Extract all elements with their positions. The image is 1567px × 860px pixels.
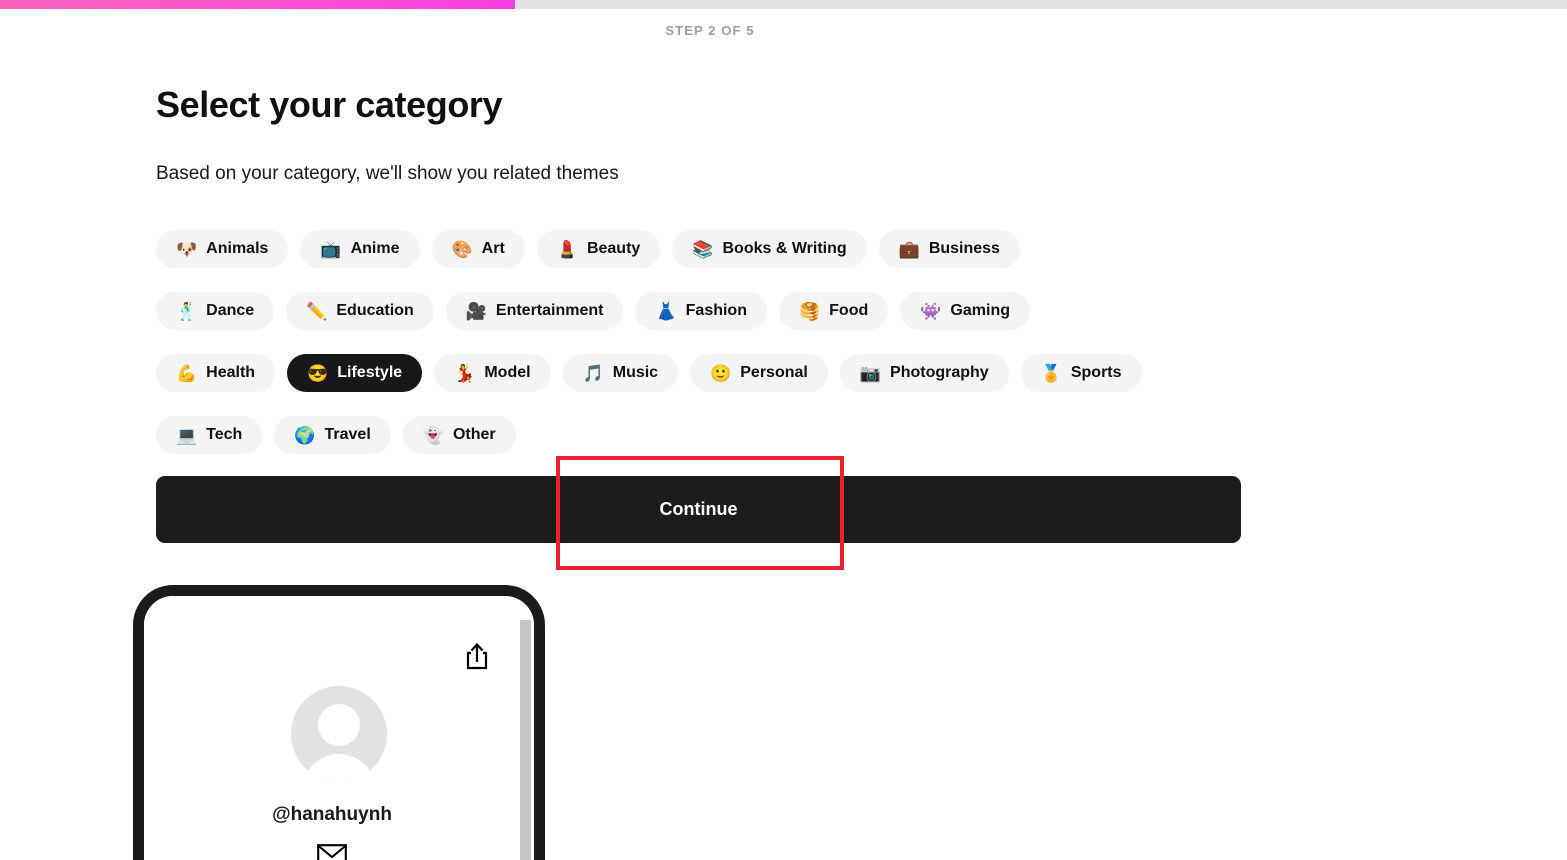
page-subtitle: Based on your category, we'll show you r… (156, 163, 619, 185)
category-chip-fashion[interactable]: 👗 Fashion (635, 292, 767, 330)
category-chip-label: Photography (890, 364, 989, 382)
category-chip-other[interactable]: 👻 Other (403, 416, 516, 454)
lipstick-icon: 💄 (557, 241, 578, 258)
category-chip-business[interactable]: 💼 Business (879, 230, 1020, 268)
laptop-icon: 💻 (176, 427, 197, 444)
category-chip-beauty[interactable]: 💄 Beauty (537, 230, 661, 268)
category-chip-travel[interactable]: 🌍 Travel (274, 416, 390, 454)
category-chip-label: Business (929, 240, 1000, 258)
musical-note-icon: 🎵 (583, 365, 604, 382)
ghost-icon: 👻 (423, 427, 444, 444)
category-chip-label: Fashion (686, 302, 747, 320)
category-chip-health[interactable]: 💪 Health (156, 354, 275, 392)
share-icon[interactable] (464, 642, 490, 670)
category-chip-label: Entertainment (496, 302, 604, 320)
avatar-body (302, 754, 376, 782)
camera-icon: 📷 (860, 365, 881, 382)
progress-bar-fill (0, 0, 515, 9)
dress-icon: 👗 (655, 303, 676, 320)
category-chip-label: Food (829, 302, 868, 320)
category-chip-label: Animals (206, 240, 268, 258)
sports-medal-icon: 🏅 (1041, 365, 1062, 382)
dog-face-icon: 🐶 (176, 241, 197, 258)
category-chip-sports[interactable]: 🏅 Sports (1021, 354, 1142, 392)
slightly-smiling-face-icon: 🙂 (710, 365, 731, 382)
category-chip-gaming[interactable]: 👾 Gaming (900, 292, 1030, 330)
phone-preview-screen: @hanahuynh (144, 596, 534, 860)
category-chip-personal[interactable]: 🙂 Personal (690, 354, 828, 392)
category-chip-anime[interactable]: 📺 Anime (300, 230, 419, 268)
continue-button[interactable]: Continue (156, 476, 1241, 543)
category-chip-books-writing[interactable]: 📚 Books & Writing (672, 230, 866, 268)
category-chip-label: Education (336, 302, 413, 320)
category-chip-photography[interactable]: 📷 Photography (840, 354, 1009, 392)
books-icon: 📚 (692, 241, 713, 258)
category-chip-model[interactable]: 💃 Model (434, 354, 550, 392)
category-chip-entertainment[interactable]: 🎥 Entertainment (446, 292, 624, 330)
category-chip-animals[interactable]: 🐶 Animals (156, 230, 288, 268)
category-chip-lifestyle[interactable]: 😎 Lifestyle (287, 354, 422, 392)
category-chip-label: Model (484, 364, 530, 382)
dancer-icon: 🕺 (176, 303, 197, 320)
category-chip-music[interactable]: 🎵 Music (563, 354, 679, 392)
television-icon: 📺 (320, 241, 341, 258)
category-chip-list: 🐶 Animals 📺 Anime 🎨 Art 💄 Beauty 📚 Books & Writin… (156, 230, 1256, 454)
category-chip-tech[interactable]: 💻 Tech (156, 416, 262, 454)
profile-handle: @hanahuynh (144, 804, 520, 826)
category-chip-dance[interactable]: 🕺 Dance (156, 292, 274, 330)
category-chip-label: Lifestyle (337, 364, 402, 382)
category-chip-label: Gaming (950, 302, 1010, 320)
phone-preview-frame: @hanahuynh (133, 585, 545, 860)
default-avatar-icon (291, 686, 387, 782)
step-indicator: STEP 2 OF 5 (0, 23, 1420, 38)
category-chip-food[interactable]: 🥞 Food (779, 292, 888, 330)
avatar-head (318, 704, 360, 746)
category-chip-label: Other (453, 426, 496, 444)
category-chip-label: Travel (325, 426, 371, 444)
category-chip-label: Music (613, 364, 658, 382)
category-chip-label: Dance (206, 302, 254, 320)
phone-preview-scrollbar[interactable] (520, 620, 531, 860)
artist-palette-icon: 🎨 (452, 241, 473, 258)
category-chip-art[interactable]: 🎨 Art (432, 230, 525, 268)
woman-dancing-icon: 💃 (454, 365, 475, 382)
category-chip-label: Health (206, 364, 255, 382)
onboarding-page: STEP 2 OF 5 Select your category Based o… (0, 0, 1567, 860)
movie-camera-icon: 🎥 (466, 303, 487, 320)
category-chip-label: Art (482, 240, 505, 258)
category-chip-label: Sports (1071, 364, 1122, 382)
alien-monster-icon: 👾 (920, 303, 941, 320)
smiling-face-sunglasses-icon: 😎 (307, 365, 328, 382)
progress-bar-track (0, 0, 1567, 9)
category-chip-label: Personal (740, 364, 808, 382)
pencil-icon: ✏️ (306, 303, 327, 320)
briefcase-icon: 💼 (899, 241, 920, 258)
pancakes-icon: 🥞 (799, 303, 820, 320)
category-chip-label: Anime (351, 240, 400, 258)
globe-icon: 🌍 (294, 427, 315, 444)
envelope-icon[interactable] (144, 844, 520, 860)
category-chip-label: Beauty (587, 240, 640, 258)
category-chip-education[interactable]: ✏️ Education (286, 292, 434, 330)
flexed-biceps-icon: 💪 (176, 365, 197, 382)
page-title: Select your category (156, 84, 502, 126)
category-chip-label: Tech (206, 426, 242, 444)
category-chip-label: Books & Writing (722, 240, 846, 258)
